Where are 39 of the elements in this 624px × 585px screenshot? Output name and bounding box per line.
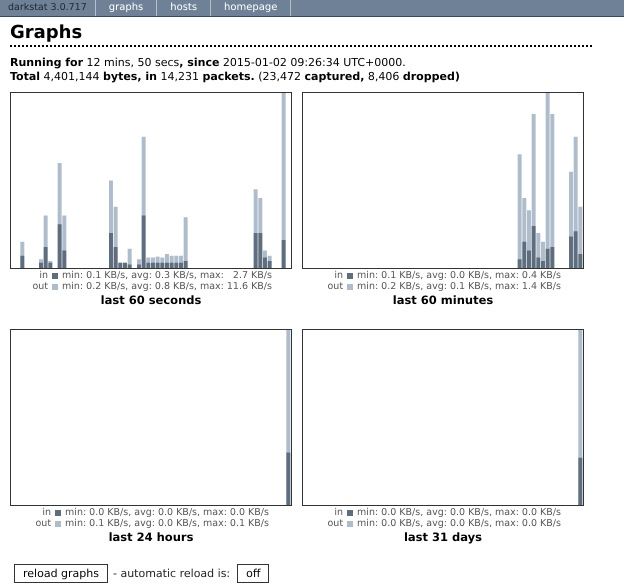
legend-label: in: [333, 270, 344, 281]
legend-text: min: 0.0 KB/s, avg: 0.0 KB/s, max: 0.0 KB/s: [357, 518, 561, 529]
legend-label: in: [41, 507, 52, 518]
nav-link[interactable]: homepage: [211, 0, 292, 16]
summary-text: Total 4,401,144 bytes, in 14,231 packets. (23,472 captured, 8,406 dropped): [10, 70, 461, 84]
reload-graphs-button[interactable]: reload graphs: [14, 564, 108, 583]
legend-swatch-icon: [55, 520, 62, 526]
graph-title: last 24 hours: [108, 530, 194, 544]
graph-title: last 31 days: [404, 530, 482, 544]
legend-text: min: 0.1 KB/s, avg: 0.3 KB/s, max: 2.7 KB/s: [62, 270, 272, 281]
page-title: Graphs: [10, 22, 592, 47]
traffic-bar: [20, 242, 24, 268]
legend-text: min: 0.1 KB/s, avg: 0.0 KB/s, max: 0.1 KB/s: [65, 518, 269, 529]
legend-swatch-icon: [347, 272, 354, 278]
legend-label: out: [326, 281, 344, 292]
legend-text: min: 0.0 KB/s, avg: 0.0 KB/s, max: 0.0 KB/s: [65, 507, 269, 518]
graph-title: last 60 minutes: [392, 293, 494, 307]
legend-text: min: 0.1 KB/s, avg: 0.0 KB/s, max: 0.4 KB/s: [357, 270, 561, 281]
legend-label: out: [34, 518, 52, 529]
summary-text: Running for 12 mins, 50 secs, since 2015-01-02 09:26:34 UTC+0000.: [10, 56, 407, 70]
legend-label: out: [326, 518, 344, 529]
auto-reload-label: - automatic reload is:: [113, 567, 230, 580]
legend-label: out: [31, 281, 48, 292]
legend-label: in: [333, 507, 344, 518]
app-name-link[interactable]: darkstat 3.0.717: [0, 0, 96, 16]
nav-link[interactable]: hosts: [157, 0, 212, 16]
legend-swatch-icon: [347, 520, 354, 526]
legend-text: min: 0.2 KB/s, avg: 0.1 KB/s, max: 1.4 KB/s: [357, 281, 561, 292]
nav-link[interactable]: graphs: [96, 0, 158, 16]
legend-swatch-icon: [347, 284, 354, 290]
legend-text: min: 0.0 KB/s, avg: 0.0 KB/s, max: 0.0 KB/s: [357, 507, 561, 518]
legend-text: min: 0.2 KB/s, avg: 0.8 KB/s, max: 11.6 KB/s: [62, 281, 272, 292]
auto-reload-toggle[interactable]: off: [237, 564, 270, 583]
graph-title: last 60 seconds: [100, 293, 202, 307]
legend-label: in: [38, 270, 48, 281]
legend-swatch-icon: [55, 510, 62, 516]
legend-swatch-icon: [52, 272, 58, 278]
legend-swatch-icon: [52, 284, 58, 290]
legend-swatch-icon: [347, 510, 354, 516]
